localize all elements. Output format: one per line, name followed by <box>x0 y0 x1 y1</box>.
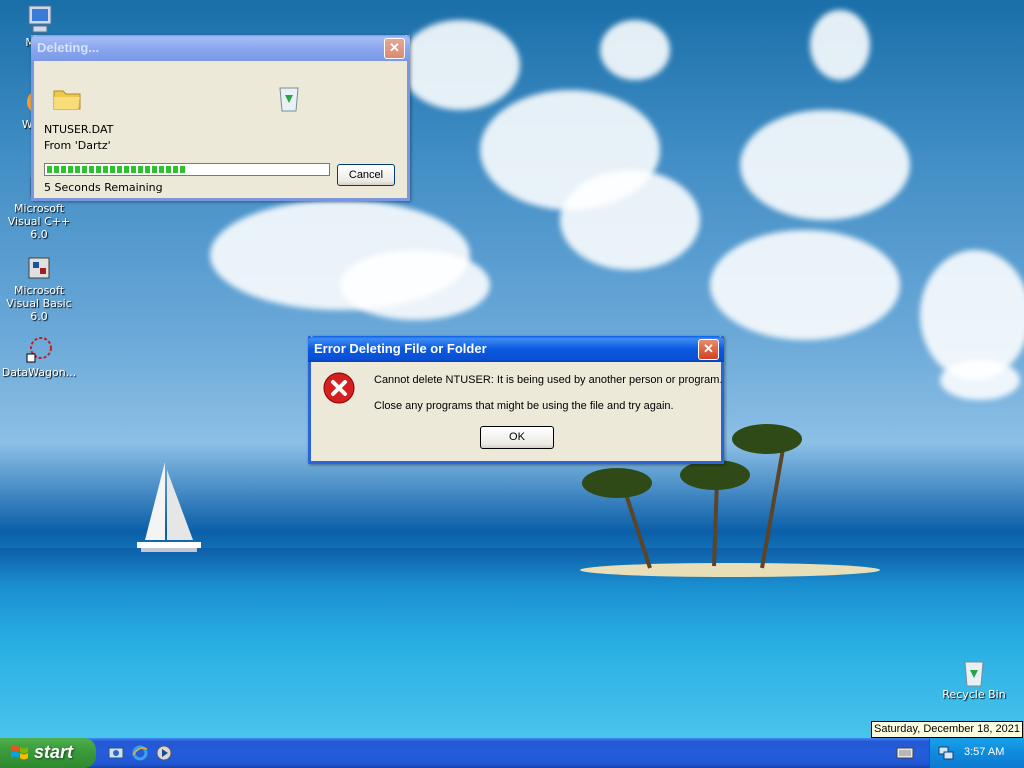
desktop-icon-label: DataWagon... <box>1 366 77 379</box>
visual-basic-icon <box>28 257 50 279</box>
error-dialog-close-button[interactable]: ✕ <box>698 339 719 360</box>
desktop-icon-label: Microsoft Visual Basic 6.0 <box>6 284 72 323</box>
error-dialog-titlebar[interactable]: Error Deleting File or Folder ✕ <box>308 336 724 362</box>
ok-button[interactable]: OK <box>480 426 554 449</box>
recycle-bin-icon <box>964 661 984 687</box>
error-message-line1: Cannot delete NTUSER: It is being used b… <box>374 374 723 386</box>
internet-explorer-icon[interactable] <box>132 745 148 761</box>
palm-leaves <box>732 424 802 454</box>
desktop-icon-label: Recycle Bin <box>942 688 1006 701</box>
deleting-remaining-text: 5 Seconds Remaining <box>44 181 163 194</box>
clock[interactable]: 3:57 AM <box>964 746 1004 758</box>
island <box>580 563 880 577</box>
close-icon: ✕ <box>389 40 400 55</box>
cloud <box>810 10 870 80</box>
palm-leaves <box>582 468 652 498</box>
desktop-icon-recycle-bin[interactable]: Recycle Bin <box>935 656 1013 701</box>
delete-progress-fill <box>47 166 187 173</box>
desktop-icon-visual-basic[interactable]: Microsoft Visual Basic 6.0 <box>0 252 78 323</box>
cloud <box>600 20 670 80</box>
start-label: start <box>34 742 74 762</box>
date-tooltip: Saturday, December 18, 2021 <box>871 721 1023 738</box>
desktop-wallpaper: My C Windo P Microsoft Visual C++ 6.0 Mi… <box>0 0 1024 738</box>
computer-icon <box>28 5 52 33</box>
error-dialog: Error Deleting File or Folder ✕ Cannot d… <box>308 336 724 464</box>
sailboat <box>137 462 201 552</box>
cloud <box>340 250 490 320</box>
cloud <box>400 20 520 110</box>
desktop-icon-label: Microsoft Visual C++ 6.0 <box>7 202 71 241</box>
deleting-dialog-title: Deleting... <box>37 40 100 55</box>
desktop-icon-datawagon[interactable]: DataWagon... <box>0 334 78 379</box>
error-message-line2: Close any programs that might be using t… <box>374 400 674 412</box>
taskbar: start 3:57 AM <box>0 738 1024 768</box>
cloud <box>710 230 900 340</box>
cloud <box>740 110 910 220</box>
start-button[interactable]: start <box>0 738 96 768</box>
media-player-icon[interactable] <box>156 745 172 761</box>
error-dialog-title: Error Deleting File or Folder <box>314 341 487 356</box>
show-desktop-icon[interactable] <box>108 745 124 761</box>
datawagon-icon <box>26 337 52 363</box>
deleting-dialog: Deleting... ✕ NTUSER.DAT From 'Dartz' 5 … <box>31 35 410 201</box>
cancel-button[interactable]: Cancel <box>337 164 395 186</box>
system-tray: 3:57 AM <box>929 738 1024 768</box>
sea <box>0 548 1024 738</box>
folder-icon <box>53 90 81 110</box>
deleting-from-text: From 'Dartz' <box>44 139 111 152</box>
recycle-bin-icon <box>279 87 299 112</box>
keyboard-icon[interactable] <box>896 746 914 760</box>
palm-leaves <box>680 460 750 490</box>
deleting-file-name: NTUSER.DAT <box>44 123 114 136</box>
error-icon <box>323 372 355 404</box>
cloud <box>560 170 700 270</box>
deleting-dialog-titlebar[interactable]: Deleting... ✕ <box>31 35 410 61</box>
network-icon[interactable] <box>938 745 954 761</box>
windows-logo-icon <box>11 745 28 760</box>
deleting-dialog-close-button[interactable]: ✕ <box>384 38 405 59</box>
cloud <box>940 360 1020 400</box>
delete-progress-bar <box>44 163 330 176</box>
close-icon: ✕ <box>703 341 714 356</box>
